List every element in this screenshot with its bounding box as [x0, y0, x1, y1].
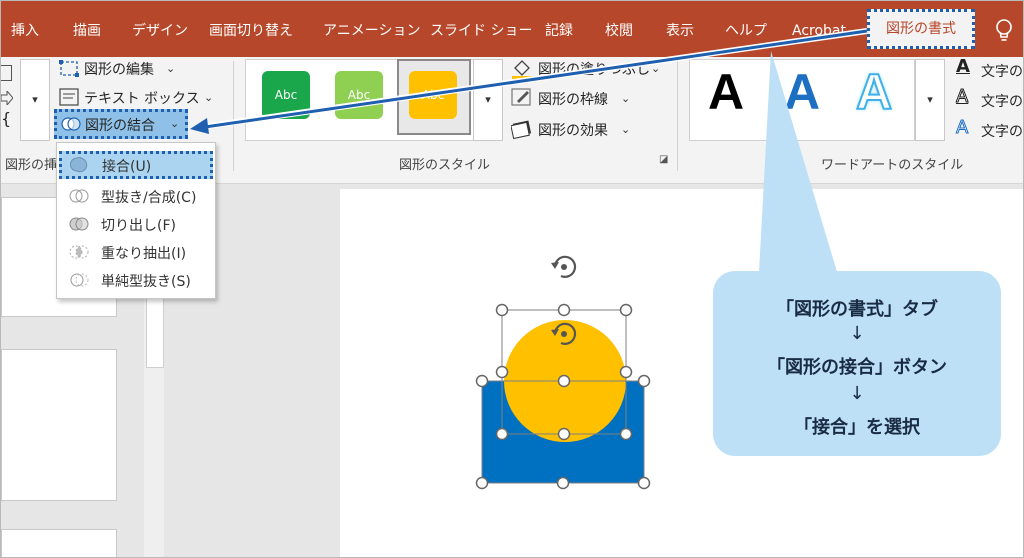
- combine-icon: [69, 189, 89, 203]
- shape-styles-gallery-more[interactable]: ▾: [473, 59, 503, 141]
- text-outline-button[interactable]: 文字の: [981, 91, 1023, 111]
- text-effects-button[interactable]: 文字の: [981, 121, 1023, 141]
- shape-style-swatch[interactable]: Abc: [262, 71, 310, 119]
- shape-style-swatch[interactable]: Abc: [335, 71, 383, 119]
- text-fill-icon: A: [956, 56, 970, 77]
- menu-item-label: 型抜き/合成(C): [101, 190, 197, 206]
- tab-design[interactable]: デザイン: [132, 1, 188, 57]
- menu-item-label: 切り出し(F): [101, 218, 176, 234]
- chevron-down-icon: ⌄: [621, 123, 631, 136]
- insert-shapes-group-label: 図形の挿: [5, 158, 58, 173]
- pen-outline-icon: [511, 88, 531, 106]
- paint-bucket-icon: [512, 60, 532, 79]
- menu-item-subtract[interactable]: 単純型抜き(S): [57, 266, 215, 294]
- wordart-style-black[interactable]: A: [708, 63, 744, 121]
- tab-shape-format[interactable]: 図形の書式: [867, 9, 975, 49]
- shape-styles-group-label: 図形のスタイル: [399, 158, 491, 173]
- menu-item-label: 接合(U): [102, 159, 152, 175]
- wordart-group-label: ワードアートのスタイル: [821, 158, 964, 173]
- wordart-gallery-more[interactable]: ▾: [915, 59, 945, 141]
- tab-help[interactable]: ヘルプ: [725, 1, 767, 57]
- text-box-button[interactable]: テキスト ボックス: [84, 88, 200, 108]
- shape-rect-icon[interactable]: [1, 65, 12, 81]
- callout-arrow-2: ↓: [849, 383, 865, 404]
- tab-acrobat[interactable]: Acrobat: [792, 1, 846, 57]
- group-separator: [677, 61, 678, 171]
- subtract-icon: [70, 273, 89, 287]
- menu-item-fragment[interactable]: 切り出し(F): [57, 210, 215, 238]
- shape-fill-button[interactable]: 図形の塗りつぶし: [538, 59, 650, 79]
- ribbon-tab-bar: 挿入 描画 デザイン 画面切り替え アニメーション スライド ショー 記録 校閲…: [1, 1, 1023, 57]
- menu-item-label: 単純型抜き(S): [101, 274, 191, 290]
- merge-shapes-label: 図形の結合: [85, 118, 155, 134]
- shape-style-swatch-selected[interactable]: Abc: [409, 71, 457, 119]
- tab-draw[interactable]: 描画: [73, 1, 101, 57]
- edit-shape-button[interactable]: 図形の編集: [84, 59, 154, 79]
- powerpoint-window: 挿入 描画 デザイン 画面切り替え アニメーション スライド ショー 記録 校閲…: [0, 0, 1024, 558]
- lightbulb-icon[interactable]: [993, 18, 1015, 44]
- shape-effects-button[interactable]: 図形の効果: [538, 120, 608, 140]
- merge-shapes-menu: 接合(U) 型抜き/合成(C) 切り出し(F) 重なり抽出(I) 単純型抜き(S…: [56, 142, 216, 299]
- group-separator: [233, 61, 234, 171]
- callout-line-3: 「接合」を選択: [794, 417, 920, 438]
- shapes-gallery-more[interactable]: ▾: [20, 59, 50, 141]
- callout-arrow-1: ↓: [849, 323, 865, 344]
- tab-shape-format-label: 図形の書式: [886, 21, 956, 37]
- callout-pointer: [759, 51, 837, 272]
- menu-item-union[interactable]: 接合(U): [59, 151, 213, 179]
- fragment-icon: [69, 217, 89, 231]
- edit-shape-icon: [59, 60, 79, 77]
- slide-thumbnail[interactable]: [1, 349, 117, 501]
- chevron-down-icon: ⌄: [170, 117, 180, 130]
- tab-transitions[interactable]: 画面切り替え: [209, 1, 293, 57]
- text-outline-icon: A: [955, 86, 969, 108]
- menu-item-intersect[interactable]: 重なり抽出(I): [57, 238, 215, 266]
- slide-shapes: [475, 255, 651, 490]
- text-effects-icon: A: [955, 117, 969, 139]
- dialog-launcher-icon[interactable]: ◪: [659, 154, 668, 165]
- menu-item-combine[interactable]: 型抜き/合成(C): [57, 182, 215, 210]
- callout-line-1: 「図形の書式」タブ: [776, 299, 938, 320]
- tab-animations[interactable]: アニメーション: [323, 1, 420, 57]
- shape-outline-button[interactable]: 図形の枠線: [538, 89, 608, 109]
- tab-record[interactable]: 記録: [545, 1, 573, 57]
- tab-view[interactable]: 表示: [666, 1, 694, 57]
- union-icon: [70, 157, 88, 173]
- tab-review[interactable]: 校閲: [605, 1, 633, 57]
- text-box-icon: [59, 88, 79, 106]
- slide-thumbnail[interactable]: [1, 529, 117, 557]
- merge-shapes-button[interactable]: 図形の結合 ⌄: [54, 109, 188, 139]
- tab-slideshow[interactable]: スライド ショー: [430, 1, 532, 57]
- chevron-down-icon: ⌄: [621, 92, 631, 105]
- chevron-down-icon: ⌄: [651, 62, 661, 75]
- shape-effects-icon: [511, 120, 532, 139]
- text-fill-button[interactable]: 文字の: [981, 61, 1023, 81]
- merge-shapes-icon: [61, 117, 81, 131]
- callout-line-2: 「図形の接合」ボタン: [767, 357, 947, 378]
- chevron-down-icon: ⌄: [166, 62, 176, 75]
- wordart-style-glow[interactable]: A: [855, 63, 893, 121]
- chevron-down-icon: ⌄: [204, 91, 214, 104]
- shape-brace-icon[interactable]: {: [1, 109, 11, 128]
- shape-arrow-icon[interactable]: [1, 91, 13, 105]
- menu-item-label: 重なり抽出(I): [101, 246, 187, 262]
- intersect-icon: [69, 245, 89, 259]
- tab-insert[interactable]: 挿入: [11, 1, 39, 57]
- rotate-handle-icon[interactable]: [551, 255, 577, 278]
